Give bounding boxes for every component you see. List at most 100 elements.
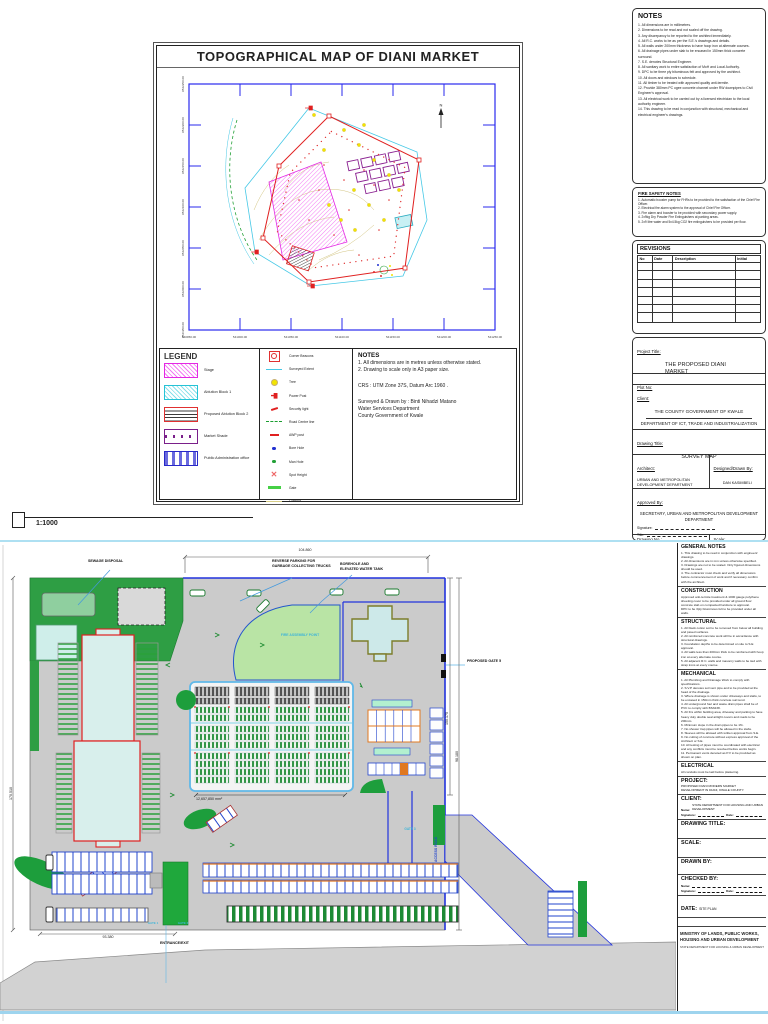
svg-text:541150.00: 541150.00: [386, 335, 400, 339]
notes-section-title: CONSTRUCTION: [681, 587, 723, 594]
legend-symbol-item: Spot Height: [264, 471, 348, 479]
legend-area-list: Stage Ablution Block 1 Proposed Ablution…: [164, 363, 255, 466]
title-block-panel: NOTES 1. All dimensions are in millimetr…: [632, 8, 766, 544]
legend-area-label: Proposed Ablution Block 2: [204, 412, 249, 417]
legend-symbol-label: Security light: [289, 406, 309, 411]
revisions-empty-row: [638, 296, 760, 305]
drawing-title-block: DRAWING TITLE:: [678, 820, 766, 840]
market-stall-block: [189, 681, 354, 792]
revisions-table: No Date Description Initial: [637, 255, 761, 323]
notes-section-text: 1. All Plumbing and Drainage Work to com…: [681, 677, 763, 760]
legend-notes-column: NOTES 1. All dimensions are in metres un…: [353, 349, 516, 499]
legend-symbol-item: Surveyed Extent: [264, 365, 348, 373]
legend-area-item: Stage: [164, 363, 255, 378]
project-title-section: Project Title: THE PROPOSED DIANI MARKET: [633, 338, 765, 375]
svg-text:541050.00: 541050.00: [284, 335, 299, 339]
revisions-column-header: Date: [652, 256, 674, 263]
revisions-empty-row: [638, 304, 760, 314]
notes-section-text: 1. This drawing to be read in conjunctio…: [681, 551, 761, 584]
legend-symbol-item: Corner Beacons: [264, 350, 348, 362]
legend-symbol-item: Bore Hole: [264, 444, 348, 452]
legend-symbol-icon: [271, 471, 278, 479]
site-plan-drawing: [0, 545, 676, 1021]
scale-block: SCALE:: [678, 839, 766, 859]
date-line: [735, 889, 763, 894]
checked-by-block: CHECKED BY: Name: Signature: Date:: [678, 875, 766, 897]
legend-symbol-item: Road Centre line: [264, 418, 348, 426]
south-stall-rows: [202, 862, 459, 923]
legend-area-item: Public Administration office: [164, 451, 255, 466]
fire-notes-text: 1. Automatic booster pump for FHRs to be…: [638, 197, 760, 224]
designed-by-value: DAN KASIMBELI: [722, 480, 752, 485]
legend-swatch: [164, 385, 198, 400]
legend-symbol-list: Corner Beacons Surveyed Extent Tree Powe…: [264, 350, 348, 505]
sewage-disposal-label: SEWAGE DISPOSAL: [88, 559, 124, 563]
revisions-empty-row: [638, 271, 760, 280]
project-block: PROJECT: PROPOSED DIANI MODERN MARKET DE…: [678, 777, 766, 796]
legend-symbol-icon: [272, 459, 276, 464]
architect-section: Architect: URBAN AND METROPOLITAN DEVELO…: [633, 455, 765, 489]
legend-symbol-label: Road Centre line: [289, 419, 315, 424]
dimension-top: 104.860: [298, 548, 312, 552]
notes-section: CONSTRUCTION Approved anti-termite treat…: [678, 587, 766, 619]
access-road-east: [444, 814, 614, 946]
revisions-column-header: Initial: [735, 256, 760, 263]
svg-text:9541950.00: 9541950.00: [181, 322, 185, 338]
svg-text:541250.00: 541250.00: [488, 335, 503, 339]
svg-text:9542200.00: 9542200.00: [181, 117, 185, 133]
svg-text:9542100.00: 9542100.00: [181, 199, 185, 215]
legend-symbol-item: Power Post: [264, 392, 348, 400]
legend-area-item: Market Shade: [164, 429, 255, 444]
proposed-gate-label: PROPOSED GATE 5: [467, 659, 502, 663]
page-bottom-border: [0, 1011, 768, 1014]
notes-section: ELECTRICAL All conduits must be laid bef…: [678, 762, 766, 778]
general-notes-box: NOTES 1. All dimensions are in millimetr…: [632, 8, 766, 184]
client-section: Client: THE COUNTY GOVERNMENT OF KWALE D…: [633, 385, 765, 430]
legend-symbol-icon: [266, 421, 282, 423]
approved-by-value: SECRETARY, URBAN AND METROPOLITAN DEVELO…: [639, 511, 759, 522]
notes-section-title: ELECTRICAL: [681, 763, 714, 770]
legend-area-item: Ablution Block 1: [164, 385, 255, 400]
notes-section: STRUCTURAL 1. All black cotton soil to b…: [678, 618, 766, 670]
revisions-empty-row: [638, 313, 760, 322]
revisions-column-header: No: [638, 256, 653, 263]
legend-symbol-label: Gate: [289, 485, 297, 490]
dimension-right-2: 98.180: [455, 751, 459, 762]
gate1-label: GATE 1: [147, 921, 159, 925]
legend-symbol-icon: [270, 378, 278, 386]
approved-by-section: Approved By: SECRETARY, URBAN AND METROP…: [633, 489, 765, 538]
borehole-label: BOREHOLE AND ELEVATED WATER TANK: [340, 562, 384, 571]
scale-bar: 1:1000: [12, 512, 253, 528]
legend-symbol-label: Contour: [289, 499, 302, 504]
notes-section-title: MECHANICAL: [681, 670, 716, 677]
notes-section: MECHANICAL 1. All Plumbing and Drainage …: [678, 670, 766, 763]
revisions-header-row: No Date Description Initial: [638, 256, 760, 263]
legend-symbol-item: AWP post: [264, 431, 348, 439]
crs-note: CRS : UTM Zone 37S, Datum Arc 1960 .: [358, 382, 449, 389]
legend-symbol-label: Spot Height: [289, 472, 307, 477]
map-axis-labels: 540950.00 541000.00 541050.00 541100.00 …: [181, 76, 502, 339]
architect-value: URBAN AND METROPOLITAN DEVELOPMENT DEPAR…: [637, 477, 693, 487]
legend-symbol-label: Man Hole: [289, 459, 304, 464]
scale-bar-label: 1:1000: [36, 520, 58, 527]
svg-text:9542000.00: 9542000.00: [181, 281, 185, 297]
fire-assembly-label: FIRE ASSEMBLY POINT: [280, 633, 320, 637]
legend-strip: LEGEND Stage Ablution Block 1 Proposed A…: [159, 348, 517, 503]
legend-symbol-label: Surveyed Extent: [289, 367, 314, 372]
client-department: DEPARTMENT OF ICT, TRADE AND INDUSTRIALI…: [640, 420, 758, 426]
surveyor-credit: Surveyed & Drawn by : Binti Nihadzi Mata…: [358, 398, 457, 420]
survey-map-sheet: TOPOGRAPHICAL MAP OF DIANI MARKET 540950…: [153, 42, 523, 505]
signature-line: [655, 525, 716, 530]
ministry-name: MINISTRY OF LANDS, PUBLIC WORKS, HOUSING…: [680, 931, 759, 942]
revisions-title: REVISIONS: [637, 244, 761, 254]
legend-swatch: [164, 407, 198, 422]
name-line: [692, 884, 762, 888]
dimension-left: 170.510: [9, 787, 13, 800]
fire-notes-title: FIRE SAFETY NOTES: [638, 191, 681, 196]
entrance-exit-label: ENTRANCE/EXIT: [160, 941, 189, 945]
legend-title: LEGEND: [164, 352, 198, 361]
legend-symbol-label: Power Post: [289, 393, 307, 398]
signature-line: [697, 813, 725, 818]
legend-symbol-item: Man Hole: [264, 458, 348, 466]
legend-symbol-item: Tree: [264, 378, 348, 386]
